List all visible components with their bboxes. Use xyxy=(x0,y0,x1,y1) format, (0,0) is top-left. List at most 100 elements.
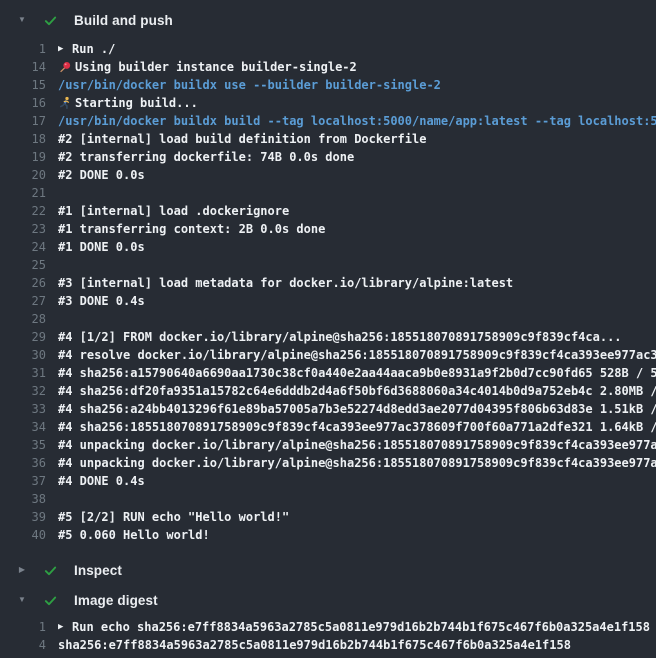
section-header-image-digest[interactable]: ▼ Image digest xyxy=(0,586,656,614)
check-icon xyxy=(42,592,58,608)
log-line: 16 Starting build... xyxy=(0,94,656,112)
log-block-image-digest: 1 ▶Run echo sha256:e7ff8834a5963a2785c5a0… xyxy=(0,614,656,654)
log-message: #3 [internal] load metadata for docker.i… xyxy=(58,274,513,292)
log-text: Using builder instance builder-single-2 xyxy=(58,58,357,76)
line-number[interactable]: 29 xyxy=(0,328,46,346)
line-number[interactable]: 22 xyxy=(0,202,46,220)
line-number[interactable]: 14 xyxy=(0,58,46,76)
line-number[interactable]: 24 xyxy=(0,238,46,256)
line-number[interactable]: 21 xyxy=(0,184,46,202)
log-message: /usr/bin/docker buildx build --tag local… xyxy=(58,112,656,130)
log-text: #4 sha256:df20fa9351a15782c64e6dddb2d4a6… xyxy=(58,382,656,400)
line-number[interactable]: 1 xyxy=(0,40,46,58)
line-number[interactable]: 26 xyxy=(0,274,46,292)
line-number[interactable]: 23 xyxy=(0,220,46,238)
line-number[interactable]: 33 xyxy=(0,400,46,418)
line-number[interactable]: 37 xyxy=(0,472,46,490)
log-text: #4 unpacking docker.io/library/alpine@sh… xyxy=(58,436,656,454)
section-build-and-push: ▼Build and push 1 ▶Run ./ 14 Using builder i… xyxy=(0,6,656,554)
log-text: ▶Run echo sha256:e7ff8834a5963a2785c5a08… xyxy=(58,618,650,636)
pushpin-icon xyxy=(58,60,75,74)
log-message: #4 unpacking docker.io/library/alpine@sh… xyxy=(58,436,656,454)
line-number[interactable]: 31 xyxy=(0,364,46,382)
log-viewer: ▼Build and push1▶Run ./14Using builder i… xyxy=(0,0,656,658)
line-number[interactable]: 28 xyxy=(0,310,46,328)
line-number[interactable]: 15 xyxy=(0,76,46,94)
line-number[interactable]: 35 xyxy=(0,436,46,454)
log-line: 1 ▶Run echo sha256:e7ff8834a5963a2785c5a0… xyxy=(0,618,656,636)
line-number[interactable]: 27 xyxy=(0,292,46,310)
log-text: #2 [internal] load build definition from… xyxy=(58,130,426,148)
triangle-right-icon[interactable]: ▶ xyxy=(10,566,34,574)
log-line: 25 xyxy=(0,256,656,274)
log-text: #4 unpacking docker.io/library/alpine@sh… xyxy=(58,454,656,472)
line-number[interactable]: 38 xyxy=(0,490,46,508)
log-text: #1 transferring context: 2B 0.0s done xyxy=(58,220,325,238)
log-message: #5 [2/2] RUN echo "Hello world!" xyxy=(58,508,289,526)
log-message: #4 [1/2] FROM docker.io/library/alpine@s… xyxy=(58,328,622,346)
log-text: Starting build... xyxy=(58,94,198,112)
log-line: 31 #4 sha256:a15790640a6690aa1730c38cf0a4… xyxy=(0,364,656,382)
line-number[interactable]: 17 xyxy=(0,112,46,130)
log-message: /usr/bin/docker buildx use --builder bui… xyxy=(58,76,441,94)
line-number[interactable]: 18 xyxy=(0,130,46,148)
log-message: sha256:e7ff8834a5963a2785c5a0811e979d16b… xyxy=(58,636,571,654)
log-line: 38 xyxy=(0,490,656,508)
log-line: 19 #2 transferring dockerfile: 74B 0.0s d… xyxy=(0,148,656,166)
triangle-down-icon[interactable]: ▼ xyxy=(10,16,34,24)
line-number[interactable]: 40 xyxy=(0,526,46,544)
log-message: Run ./ xyxy=(72,40,115,58)
play-icon[interactable]: ▶ xyxy=(58,40,72,58)
log-line: 32 #4 sha256:df20fa9351a15782c64e6dddb2d4… xyxy=(0,382,656,400)
runner-icon xyxy=(58,96,75,110)
section-header-build-and-push[interactable]: ▼Build and push xyxy=(0,6,656,34)
line-number[interactable]: 4 xyxy=(0,636,46,654)
log-line: 24 #1 DONE 0.0s xyxy=(0,238,656,256)
log-text: #2 transferring dockerfile: 74B 0.0s don… xyxy=(58,148,354,166)
log-message: #4 sha256:a24bb4013296f61e89ba57005a7b3e… xyxy=(58,400,656,418)
log-text: #4 DONE 0.4s xyxy=(58,472,145,490)
log-text: /usr/bin/docker buildx build --tag local… xyxy=(58,112,656,130)
log-line: 29 #4 [1/2] FROM docker.io/library/alpine… xyxy=(0,328,656,346)
line-number[interactable]: 1 xyxy=(0,618,46,636)
log-text: #4 sha256:a15790640a6690aa1730c38cf0a440… xyxy=(58,364,656,382)
log-message: #2 DONE 0.0s xyxy=(58,166,145,184)
log-text: #1 DONE 0.0s xyxy=(58,238,145,256)
log-message: Run echo sha256:e7ff8834a5963a2785c5a081… xyxy=(72,618,650,636)
log-line: 21 xyxy=(0,184,656,202)
log-text: ▶Run ./ xyxy=(58,40,115,58)
log-line: 22 #1 [internal] load .dockerignore xyxy=(0,202,656,220)
line-number[interactable]: 32 xyxy=(0,382,46,400)
line-number[interactable]: 19 xyxy=(0,148,46,166)
log-line: 40 #5 0.060 Hello world! xyxy=(0,526,656,544)
log-text: #5 0.060 Hello world! xyxy=(58,526,210,544)
log-line: 18 #2 [internal] load build definition fr… xyxy=(0,130,656,148)
section-header-inspect[interactable]: ▶Inspect xyxy=(0,556,656,584)
section-inspect: ▶Inspect xyxy=(0,556,656,584)
line-number[interactable]: 16 xyxy=(0,94,46,112)
line-number[interactable]: 30 xyxy=(0,346,46,364)
log-line: 35 #4 unpacking docker.io/library/alpine@… xyxy=(0,436,656,454)
log-line: 4 sha256:e7ff8834a5963a2785c5a0811e979d16… xyxy=(0,636,656,654)
log-text: #4 sha256:a24bb4013296f61e89ba57005a7b3e… xyxy=(58,400,656,418)
line-number[interactable]: 39 xyxy=(0,508,46,526)
triangle-down-icon[interactable]: ▼ xyxy=(10,596,34,604)
log-message: #5 0.060 Hello world! xyxy=(58,526,210,544)
log-text: #4 [1/2] FROM docker.io/library/alpine@s… xyxy=(58,328,622,346)
line-number[interactable]: 36 xyxy=(0,454,46,472)
line-number[interactable]: 20 xyxy=(0,166,46,184)
log-line: 1 ▶Run ./ xyxy=(0,40,656,58)
log-message: Starting build... xyxy=(75,94,198,112)
log-text: sha256:e7ff8834a5963a2785c5a0811e979d16b… xyxy=(58,636,571,654)
check-icon xyxy=(42,12,58,28)
log-message: #4 sha256:df20fa9351a15782c64e6dddb2d4a6… xyxy=(58,382,656,400)
section-title: Image digest xyxy=(74,593,158,608)
log-line: 17/usr/bin/docker buildx build --tag loc… xyxy=(0,112,656,130)
log-message: #1 [internal] load .dockerignore xyxy=(58,202,289,220)
line-number[interactable]: 25 xyxy=(0,256,46,274)
play-icon[interactable]: ▶ xyxy=(58,618,72,636)
log-text: #5 [2/2] RUN echo "Hello world!" xyxy=(58,508,289,526)
log-text: #3 [internal] load metadata for docker.i… xyxy=(58,274,513,292)
log-text: #4 resolve docker.io/library/alpine@sha2… xyxy=(58,346,656,364)
line-number[interactable]: 34 xyxy=(0,418,46,436)
